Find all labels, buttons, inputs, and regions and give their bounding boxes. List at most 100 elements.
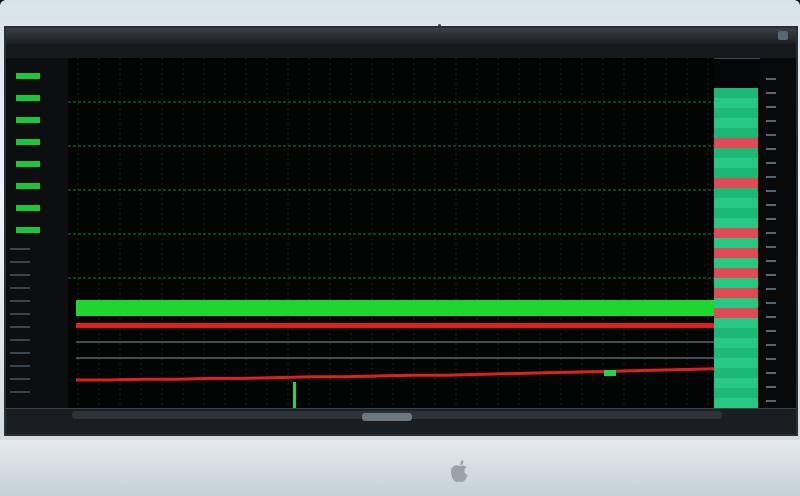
order-book-cell[interactable] <box>714 98 758 108</box>
order-book-cell[interactable] <box>714 258 758 268</box>
ticker-row[interactable] <box>8 94 64 102</box>
price-scale-tick <box>766 162 776 164</box>
ticker-tick-mark <box>10 378 30 380</box>
screen <box>4 26 798 436</box>
ticker-tick-mark <box>10 326 30 328</box>
price-scale-tick <box>766 288 776 290</box>
ticker-tick-mark <box>10 274 30 276</box>
price-scale-tick <box>766 190 776 192</box>
volume-marker <box>293 382 296 408</box>
order-book-cell[interactable] <box>714 288 758 298</box>
price-scale-tick <box>766 344 776 346</box>
scrollbar-thumb[interactable] <box>362 413 412 421</box>
price-chart[interactable] <box>68 58 714 408</box>
ticker-panel <box>6 58 69 408</box>
price-scale-tick <box>766 330 776 332</box>
order-book-cell[interactable] <box>714 238 758 248</box>
ticker-tick-mark <box>10 365 30 367</box>
order-book-cell[interactable] <box>714 358 758 368</box>
ticker-change-bar <box>16 161 40 167</box>
order-book-cell[interactable] <box>714 268 758 278</box>
ticker-row[interactable] <box>8 204 64 212</box>
ticker-row[interactable] <box>8 160 64 168</box>
price-scale-tick <box>766 106 776 108</box>
ticker-tick-mark <box>10 391 30 393</box>
order-book-cell[interactable] <box>714 168 758 178</box>
order-book-cell[interactable] <box>714 208 758 218</box>
order-book-cell[interactable] <box>714 178 758 188</box>
price-scale-tick <box>766 148 776 150</box>
price-scale-tick <box>766 92 776 94</box>
ticker-row[interactable] <box>8 116 64 124</box>
order-book-cell[interactable] <box>714 308 758 318</box>
order-book-cell[interactable] <box>714 388 758 398</box>
order-book-cell[interactable] <box>714 278 758 288</box>
signal-marker <box>604 370 616 376</box>
bottom-scrollbar-area <box>6 408 796 434</box>
series-line-red <box>76 367 714 382</box>
order-book-cell[interactable] <box>714 188 758 198</box>
price-scale-tick <box>766 316 776 318</box>
ticker-change-bar <box>16 205 40 211</box>
price-scale-tick <box>766 372 776 374</box>
ticker-change-bar <box>16 95 40 101</box>
order-book-cell[interactable] <box>714 328 758 338</box>
window-title-bar[interactable] <box>6 28 796 45</box>
order-book-cell[interactable] <box>714 368 758 378</box>
order-book-cell[interactable] <box>714 248 758 258</box>
price-scale-tick <box>766 218 776 220</box>
order-book-cell[interactable] <box>714 118 758 128</box>
order-book-cell[interactable] <box>714 158 758 168</box>
order-book-cell[interactable] <box>714 398 758 408</box>
order-book-cell[interactable] <box>714 228 758 238</box>
order-book-cell[interactable] <box>714 298 758 308</box>
order-book-cell[interactable] <box>714 378 758 388</box>
ticker-change-bar <box>16 183 40 189</box>
ticker-tick-mark <box>10 300 30 302</box>
ticker-tick-mark <box>10 287 30 289</box>
price-scale-tick <box>766 120 776 122</box>
price-scale-tick <box>766 246 776 248</box>
order-book-column[interactable] <box>714 88 758 408</box>
horizontal-scrollbar[interactable] <box>72 411 722 421</box>
order-book-cell[interactable] <box>714 138 758 148</box>
price-scale-tick <box>766 400 776 402</box>
price-scale-tick <box>766 386 776 388</box>
price-scale-tick <box>766 232 776 234</box>
price-scale-tick <box>766 274 776 276</box>
ticker-change-bar <box>16 73 40 79</box>
price-scale-tick <box>766 204 776 206</box>
price-scale-tick <box>766 358 776 360</box>
ticker-tick-mark <box>10 313 30 315</box>
chart-svg <box>68 58 714 408</box>
ticker-change-bar <box>16 139 40 145</box>
price-scale-tick <box>766 134 776 136</box>
monitor-chin <box>0 440 800 496</box>
order-book-cell[interactable] <box>714 198 758 208</box>
order-book-cell[interactable] <box>714 348 758 358</box>
apple-logo-icon <box>451 460 468 483</box>
close-icon[interactable] <box>778 31 788 40</box>
price-scale-tick <box>766 260 776 262</box>
ticker-tick-mark <box>10 248 30 250</box>
ticker-row[interactable] <box>8 226 64 234</box>
order-book-cell[interactable] <box>714 128 758 138</box>
ticker-tick-mark <box>10 352 30 354</box>
order-book-cell[interactable] <box>714 148 758 158</box>
price-scale-tick <box>766 176 776 178</box>
order-book-cell[interactable] <box>714 338 758 348</box>
ticker-row[interactable] <box>8 138 64 146</box>
order-book-cell[interactable] <box>714 218 758 228</box>
order-book-cell[interactable] <box>714 318 758 328</box>
price-scale-tick <box>766 78 776 80</box>
ticker-row[interactable] <box>8 72 64 80</box>
ticker-tick-mark <box>10 261 30 263</box>
order-book-cell[interactable] <box>714 88 758 98</box>
ticker-tick-mark <box>10 339 30 341</box>
ticker-row[interactable] <box>8 182 64 190</box>
series-band-red <box>76 323 714 328</box>
ticker-change-bar <box>16 227 40 233</box>
price-scale-tick <box>766 302 776 304</box>
order-book-cell[interactable] <box>714 108 758 118</box>
ticker-change-bar <box>16 117 40 123</box>
